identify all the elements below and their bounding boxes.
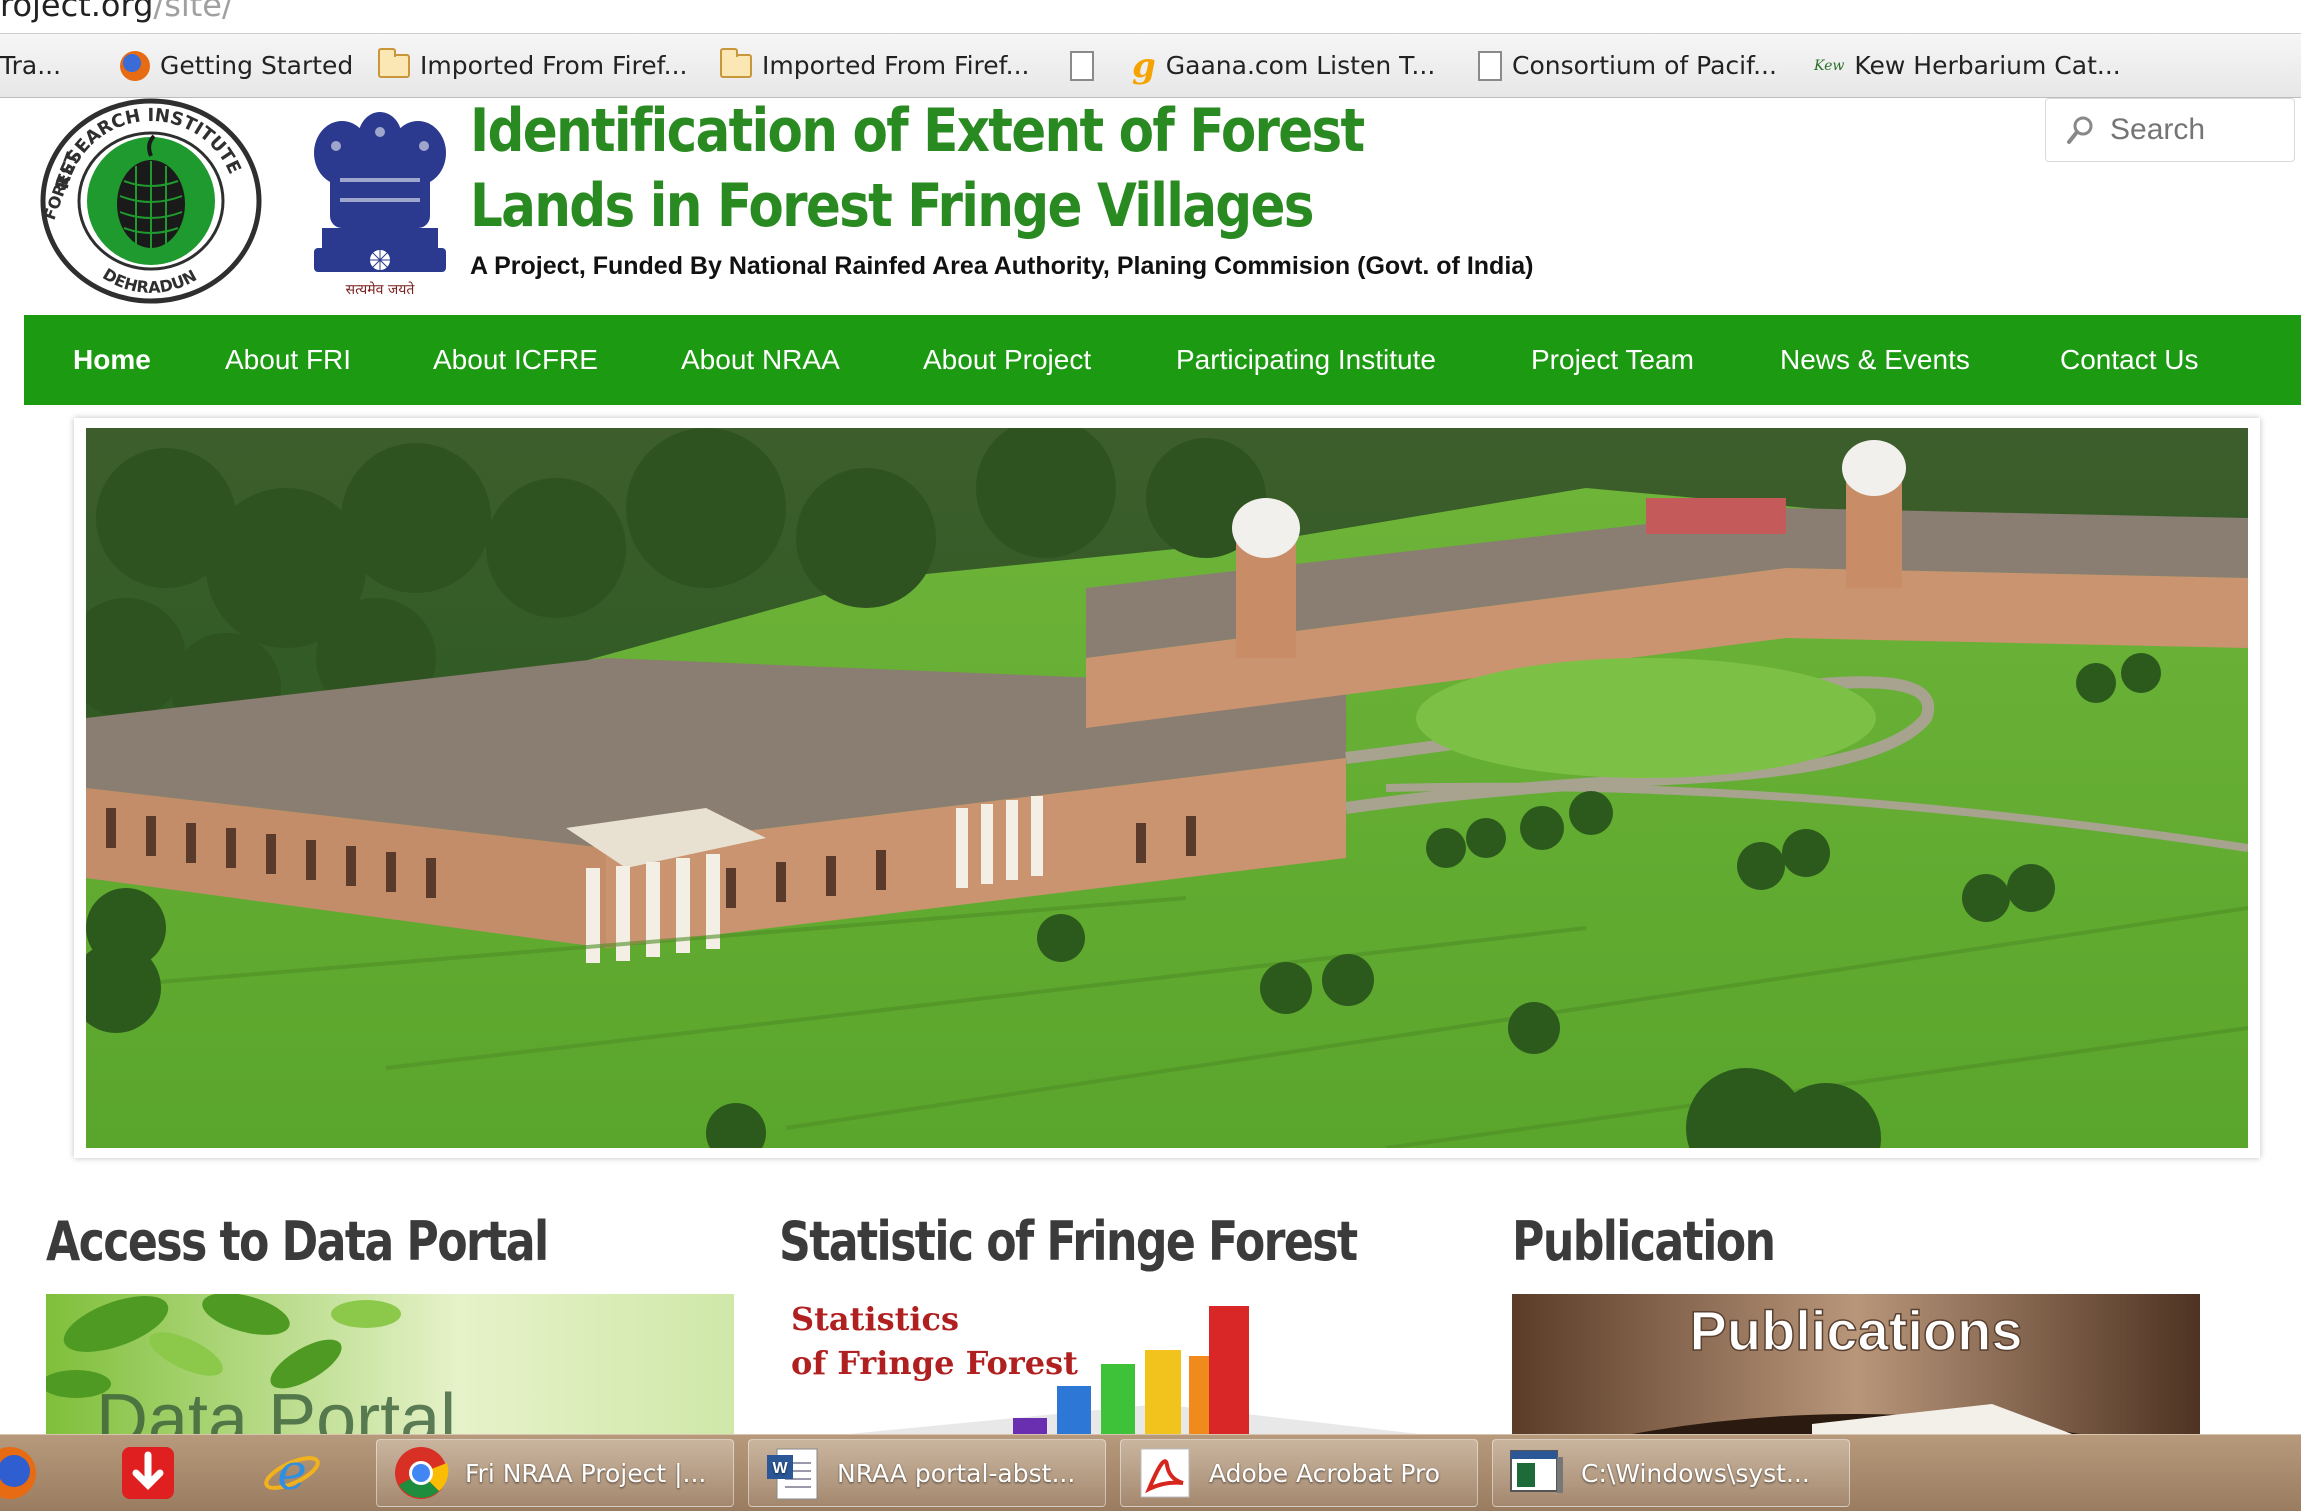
bookmark-label: Kew Herbarium Cat... bbox=[1854, 51, 2121, 80]
nav-news-events[interactable]: News & Events bbox=[1780, 315, 1970, 405]
fri-logo[interactable]: RESEARCH INSTITUTE DEHRADUN FOREST bbox=[36, 96, 266, 306]
section-title-publication: Publication bbox=[1512, 1210, 1776, 1273]
main-nav: Home About FRI About ICFRE About NRAA Ab… bbox=[24, 315, 2301, 405]
search-box[interactable] bbox=[2045, 98, 2295, 162]
taskbar-item-word[interactable]: W NRAA portal-abst... bbox=[748, 1439, 1106, 1507]
svg-text:e: e bbox=[277, 1443, 307, 1501]
bookmark-label: Tra... bbox=[0, 51, 62, 80]
bookmarks-bar: Tra... Getting Started Imported From Fir… bbox=[0, 33, 2301, 98]
bookmark-label: Getting Started bbox=[160, 51, 354, 80]
search-icon bbox=[2067, 116, 2093, 144]
nav-about-project[interactable]: About Project bbox=[923, 315, 1091, 405]
address-domain: roject.org bbox=[0, 0, 154, 24]
bar-graphic-image: Statistics of Fringe Forest bbox=[791, 1300, 1419, 1434]
data-portal-thumbnail[interactable]: Data Portal bbox=[46, 1294, 734, 1434]
bookmark-kew[interactable]: Kew Kew Herbarium Cat... bbox=[1814, 34, 2121, 97]
hero-slider[interactable] bbox=[74, 418, 2260, 1158]
bookmark-page[interactable] bbox=[1070, 34, 1094, 97]
emblem-motto: सत्यमेव जयते bbox=[346, 281, 416, 298]
national-emblem: सत्यमेव जयते bbox=[314, 112, 446, 298]
search-input[interactable] bbox=[2108, 112, 2282, 148]
bookmark-imported-1[interactable]: Imported From Firef... bbox=[378, 34, 688, 97]
word-icon: W bbox=[767, 1448, 818, 1500]
taskbar-item-acrobat[interactable]: Adobe Acrobat Pro bbox=[1120, 1439, 1478, 1507]
taskbar: e Fri NRAA Project |... W NRAA portal-ab… bbox=[0, 1434, 2301, 1511]
section-title-statistics: Statistic of Fringe Forest bbox=[779, 1210, 1358, 1273]
book-image: Publications bbox=[1632, 1298, 2080, 1434]
taskbar-item-label: Fri NRAA Project |... bbox=[465, 1458, 707, 1488]
taskbar-item-cmd[interactable]: C:\Windows\syst... bbox=[1492, 1439, 1850, 1507]
nav-participating-institute[interactable]: Participating Institute bbox=[1176, 315, 1436, 405]
bookmark-label: Imported From Firef... bbox=[420, 51, 688, 80]
section-title-data-portal: Access to Data Portal bbox=[46, 1210, 549, 1273]
svg-text:W: W bbox=[772, 1460, 788, 1477]
internet-explorer-icon[interactable]: e bbox=[262, 1443, 322, 1503]
taskbar-item-label: C:\Windows\syst... bbox=[1581, 1458, 1810, 1488]
folder-icon bbox=[720, 47, 752, 78]
folder-icon bbox=[378, 47, 410, 78]
bookmark-item[interactable]: Tra... bbox=[0, 34, 61, 97]
nav-project-team[interactable]: Project Team bbox=[1531, 315, 1694, 405]
publication-thumb-text: Publications bbox=[1690, 1299, 2023, 1362]
acrobat-icon bbox=[1140, 1448, 1190, 1498]
page-title: Identification of Extent of Forest Lands… bbox=[470, 94, 1365, 244]
gaana-icon: g bbox=[1132, 45, 1156, 86]
statistics-thumb-line-2: of Fringe Forest bbox=[791, 1344, 1078, 1382]
firefox-icon[interactable] bbox=[0, 1443, 40, 1503]
page-icon bbox=[1478, 50, 1502, 81]
cmd-icon bbox=[1510, 1450, 1563, 1493]
bookmark-consortium[interactable]: Consortium of Pacif... bbox=[1478, 34, 1777, 97]
nav-contact-us[interactable]: Contact Us bbox=[2060, 315, 2199, 405]
data-portal-thumb-text: Data Portal bbox=[96, 1380, 456, 1434]
bookmark-label: Imported From Firef... bbox=[762, 51, 1030, 80]
bookmark-label: Gaana.com Listen T... bbox=[1165, 51, 1436, 80]
leaves-image: Data Portal bbox=[46, 1294, 456, 1434]
publication-thumbnail[interactable]: Publications bbox=[1512, 1294, 2200, 1434]
chrome-icon bbox=[395, 1447, 449, 1499]
bookmark-imported-2[interactable]: Imported From Firef... bbox=[720, 34, 1030, 97]
address-path: /site/ bbox=[153, 0, 233, 24]
nav-about-fri[interactable]: About FRI bbox=[225, 315, 351, 405]
statistics-thumb-line-1: Statistics bbox=[791, 1300, 959, 1338]
bookmark-gaana[interactable]: g Gaana.com Listen T... bbox=[1132, 34, 1435, 97]
download-icon[interactable] bbox=[118, 1443, 178, 1503]
address-bar[interactable]: roject.org/site/ bbox=[0, 0, 2301, 33]
page-title-line-2: Lands in Forest Fringe Villages bbox=[470, 171, 1315, 241]
bookmark-label: Consortium of Pacif... bbox=[1512, 51, 1777, 80]
nav-about-nraa[interactable]: About NRAA bbox=[681, 315, 840, 405]
page-icon bbox=[1070, 50, 1094, 81]
firefox-icon bbox=[120, 50, 150, 81]
nav-about-icfre[interactable]: About ICFRE bbox=[433, 315, 598, 405]
page-title-line-1: Identification of Extent of Forest bbox=[470, 96, 1365, 166]
bookmark-getting-started[interactable]: Getting Started bbox=[120, 34, 353, 97]
taskbar-item-label: NRAA portal-abst... bbox=[837, 1458, 1076, 1488]
taskbar-item-label: Adobe Acrobat Pro bbox=[1209, 1458, 1441, 1488]
nav-home[interactable]: Home bbox=[73, 315, 151, 405]
hero-image bbox=[86, 428, 2248, 1148]
statistics-thumbnail[interactable]: Statistics of Fringe Forest bbox=[779, 1294, 1467, 1434]
page-subtitle: A Project, Funded By National Rainfed Ar… bbox=[470, 252, 1534, 280]
kew-icon: Kew bbox=[1814, 57, 1845, 74]
taskbar-item-chrome[interactable]: Fri NRAA Project |... bbox=[376, 1439, 734, 1507]
